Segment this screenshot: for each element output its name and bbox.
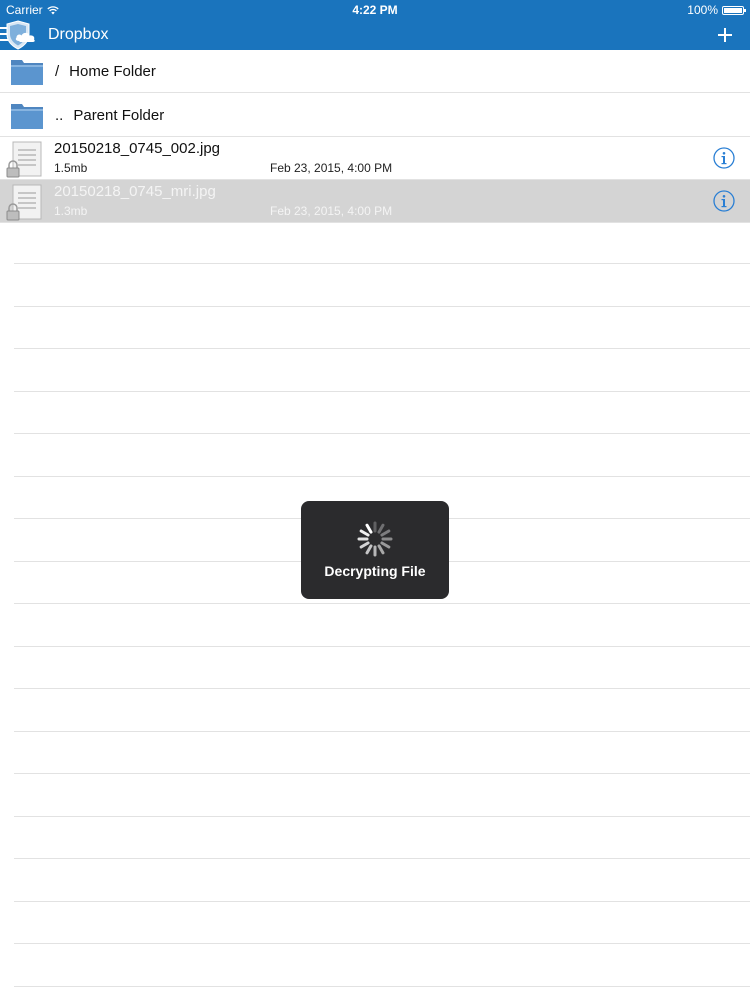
status-time: 4:22 PM: [352, 3, 398, 17]
file-name: 20150218_0745_mri.jpg: [54, 183, 216, 200]
folder-icon: [11, 104, 43, 129]
row-separator: [14, 348, 750, 349]
row-separator: [14, 986, 750, 987]
folder-name: Home Folder: [69, 63, 156, 80]
row-separator: [14, 646, 750, 647]
file-name: 20150218_0745_002.jpg: [54, 140, 221, 157]
file-date: Feb 23, 2015, 4:00 PM: [270, 161, 393, 175]
row-separator: [14, 858, 750, 859]
folder-name: Parent Folder: [73, 107, 165, 124]
battery-percent: 100%: [687, 3, 718, 17]
folder-prefix: ..: [55, 107, 64, 124]
add-button[interactable]: [714, 23, 736, 47]
plus-icon: [718, 28, 732, 42]
row-separator: [14, 476, 750, 477]
folder-label: .. Parent Folder: [55, 107, 164, 124]
info-icon[interactable]: [713, 190, 735, 212]
hud-message: Decrypting File: [324, 563, 426, 579]
locked-document-icon: [6, 184, 42, 221]
row-separator: [14, 731, 750, 732]
shield-cloud-icon: [6, 20, 35, 50]
spinner-icon: [357, 521, 393, 557]
empty-table-area: [14, 221, 750, 1000]
file-date: Feb 23, 2015, 4:00 PM: [270, 204, 393, 218]
decrypting-hud: Decrypting File: [301, 501, 449, 599]
row-separator: [14, 816, 750, 817]
status-bar: Carrier 4:22 PM 100%: [0, 0, 750, 20]
row-separator: [14, 306, 750, 307]
row-separator: [14, 773, 750, 774]
folder-icon: [11, 60, 43, 85]
file-size: 1.5mb: [54, 161, 88, 175]
battery-icon: [722, 5, 746, 15]
file-row-selected[interactable]: 20150218_0745_mri.jpg 1.3mb Feb 23, 2015…: [0, 180, 750, 223]
file-row[interactable]: 20150218_0745_002.jpg 1.5mb Feb 23, 2015…: [0, 137, 750, 180]
folder-prefix: /: [55, 63, 60, 80]
folder-label: / Home Folder: [55, 63, 156, 80]
folder-row-home[interactable]: / Home Folder: [0, 50, 750, 93]
row-separator: [14, 391, 750, 392]
row-separator: [14, 901, 750, 902]
row-separator: [14, 263, 750, 264]
locked-document-icon: [6, 141, 42, 178]
row-separator: [14, 603, 750, 604]
row-separator: [14, 688, 750, 689]
file-list: / Home Folder .. Parent Folder 20150218_07…: [0, 50, 750, 223]
row-separator: [14, 943, 750, 944]
nav-bar: Dropbox: [0, 20, 750, 50]
nav-title: Dropbox: [48, 26, 109, 43]
status-battery: 100%: [687, 3, 746, 17]
info-icon[interactable]: [713, 147, 735, 169]
file-size: 1.3mb: [54, 204, 88, 218]
row-separator: [14, 433, 750, 434]
folder-row-parent[interactable]: .. Parent Folder: [0, 93, 750, 137]
